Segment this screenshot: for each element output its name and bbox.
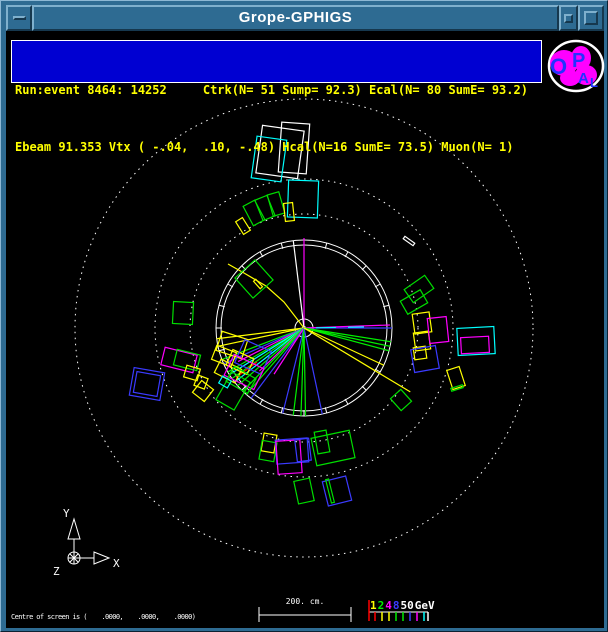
maximize-button[interactable] [578,5,604,31]
legend-digit: 2 [378,599,385,612]
maximize-icon [584,11,598,25]
minimize-button[interactable] [559,5,578,31]
legend-digit: 4 [385,599,392,612]
legend-digit: GeV [415,599,435,612]
legend-digit: 50 [401,599,414,612]
legend-digit: 1 [370,599,377,612]
event-info-panel: Run:event 8464: 14252 Ctrk(N= 51 Sump= 9… [11,40,542,83]
info-line1: Run:event 8464: 14252 Ctrk(N= 51 Sump= 9… [15,81,541,100]
scale-bar-label: 200. cm. [259,597,351,606]
legend-digit: 8 [393,599,400,612]
app-window[interactable]: Grope-GPHIGS O P A L Y X Z Ru [0,0,608,632]
minimize-icon [564,14,573,23]
centre-of-screen-text: Centre of screen is ( .0000, .0000, .000… [11,613,195,621]
window-menu-icon [13,16,26,20]
window-menu-button[interactable] [6,5,32,31]
energy-legend-labels: 124850GeV [370,599,435,612]
window-title[interactable]: Grope-GPHIGS [32,5,559,31]
titlebar[interactable]: Grope-GPHIGS [6,5,604,31]
info-line2: Ebeam 91.353 Vtx ( -.04, .10, -.48) Hcal… [15,138,541,157]
